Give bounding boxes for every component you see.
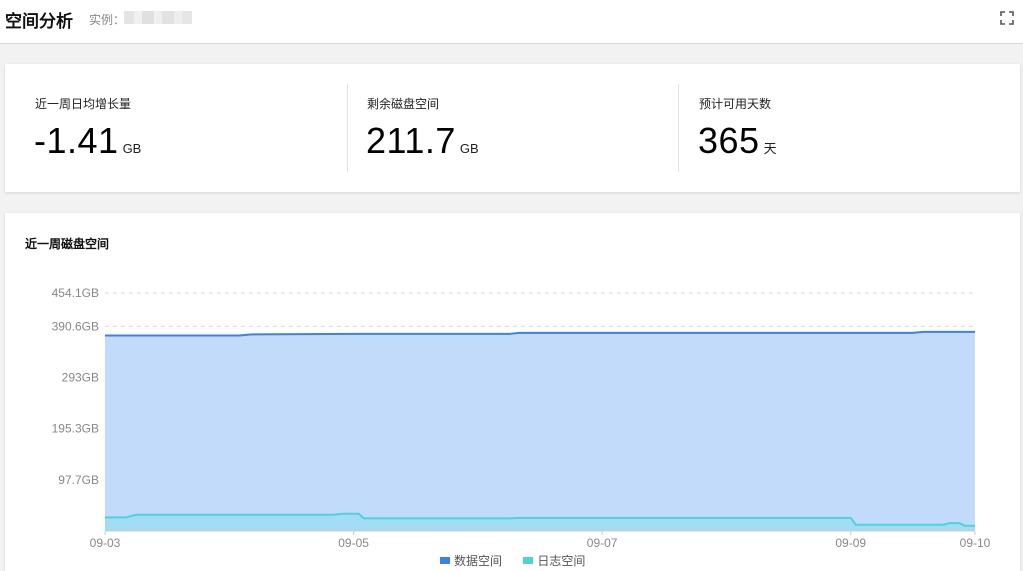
disk-space-chart-card: 近一周磁盘空间 97.7GB 195.3GB 293GB 390.6GB 454.1GB…	[5, 213, 1020, 571]
stat-unit: GB	[459, 141, 479, 156]
x-tick-label: 09-03	[90, 536, 121, 550]
stat-remaining-space: 剩余磁盘空间 211.7 GB	[337, 64, 680, 192]
legend-item-log-space[interactable]: 日志空间	[523, 552, 585, 569]
stat-unit: 天	[763, 141, 777, 156]
y-tick-label: 97.7GB	[58, 473, 99, 487]
stat-value: -1.41	[34, 120, 119, 161]
series-area-data-space	[105, 331, 975, 531]
y-tick-label: 195.3GB	[52, 422, 99, 436]
page-title: 空间分析	[5, 12, 73, 31]
stat-label: 近一周日均增长量	[35, 97, 132, 111]
legend-swatch	[523, 557, 534, 565]
fullscreen-icon[interactable]	[1000, 11, 1014, 25]
instance-id-masked	[124, 11, 192, 24]
x-tick-label: 09-09	[835, 536, 866, 550]
y-tick-label: 454.1GB	[52, 286, 99, 300]
stat-available-days: 预计可用天数 365 天	[669, 64, 1012, 192]
page-header: 空间分析 实例：	[0, 0, 1023, 44]
legend-label: 数据空间	[454, 554, 503, 568]
legend-label: 日志空间	[537, 554, 586, 568]
y-tick-label: 293GB	[62, 370, 99, 384]
legend-item-data-space[interactable]: 数据空间	[440, 552, 502, 569]
stats-card: 近一周日均增长量 -1.41 GB 剩余磁盘空间 211.7 GB 预计可用天数 3…	[5, 64, 1020, 192]
stat-label: 预计可用天数	[699, 97, 772, 111]
instance-label: 实例：	[89, 13, 126, 27]
stat-value: 365	[698, 120, 760, 161]
x-tick-label: 09-10	[960, 536, 991, 550]
stat-weekly-growth: 近一周日均增长量 -1.41 GB	[5, 64, 348, 192]
disk-space-chart[interactable]: 97.7GB 195.3GB 293GB 390.6GB 454.1GB 09-03 09-…	[5, 213, 1020, 558]
legend-swatch	[440, 557, 450, 565]
y-tick-label: 390.6GB	[52, 319, 99, 333]
stat-label: 剩余磁盘空间	[367, 97, 440, 111]
stat-unit: GB	[122, 141, 142, 156]
x-tick-label: 09-07	[587, 536, 618, 550]
chart-legend: 数据空间 日志空间	[440, 552, 603, 568]
stat-value: 211.7	[366, 120, 456, 161]
x-tick-label: 09-05	[338, 536, 369, 550]
